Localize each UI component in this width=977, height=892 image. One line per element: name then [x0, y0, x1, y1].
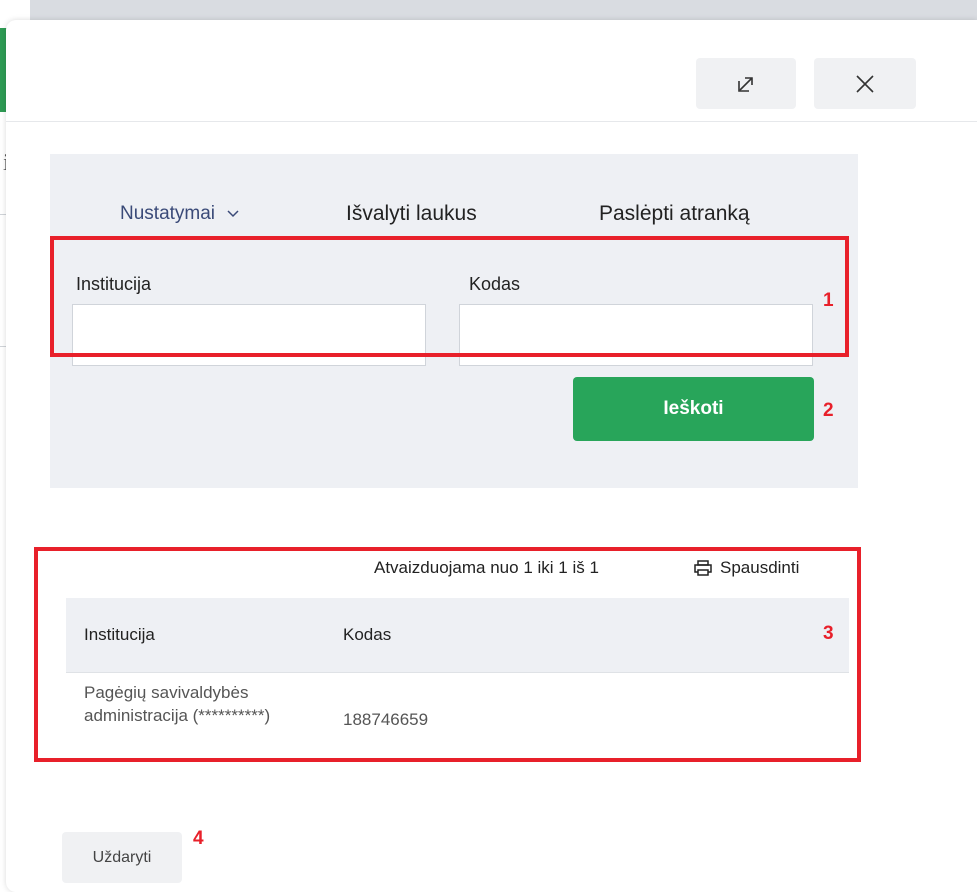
annotation-box-filter-fields: [50, 236, 849, 357]
close-button[interactable]: Uždaryti: [62, 832, 182, 883]
hide-filter-button[interactable]: Paslėpti atranką: [599, 202, 750, 226]
settings-dropdown[interactable]: Nustatymai: [120, 203, 239, 225]
modal-header: [6, 20, 977, 122]
annotation-number: 4: [193, 828, 204, 849]
clear-fields-button[interactable]: Išvalyti laukus: [346, 202, 477, 226]
search-button[interactable]: Ieškoti: [573, 377, 814, 441]
annotation-number: 1: [823, 290, 834, 311]
chevron-down-icon: [227, 210, 239, 218]
annotation-number: 2: [823, 400, 834, 421]
close-icon: [856, 74, 874, 93]
close-dialog-button[interactable]: [814, 58, 916, 109]
expand-icon: [738, 76, 753, 92]
expand-button[interactable]: [696, 58, 796, 109]
settings-label: Nustatymai: [120, 203, 216, 224]
annotation-box-results: [34, 547, 861, 762]
annotation-number: 3: [823, 623, 834, 644]
